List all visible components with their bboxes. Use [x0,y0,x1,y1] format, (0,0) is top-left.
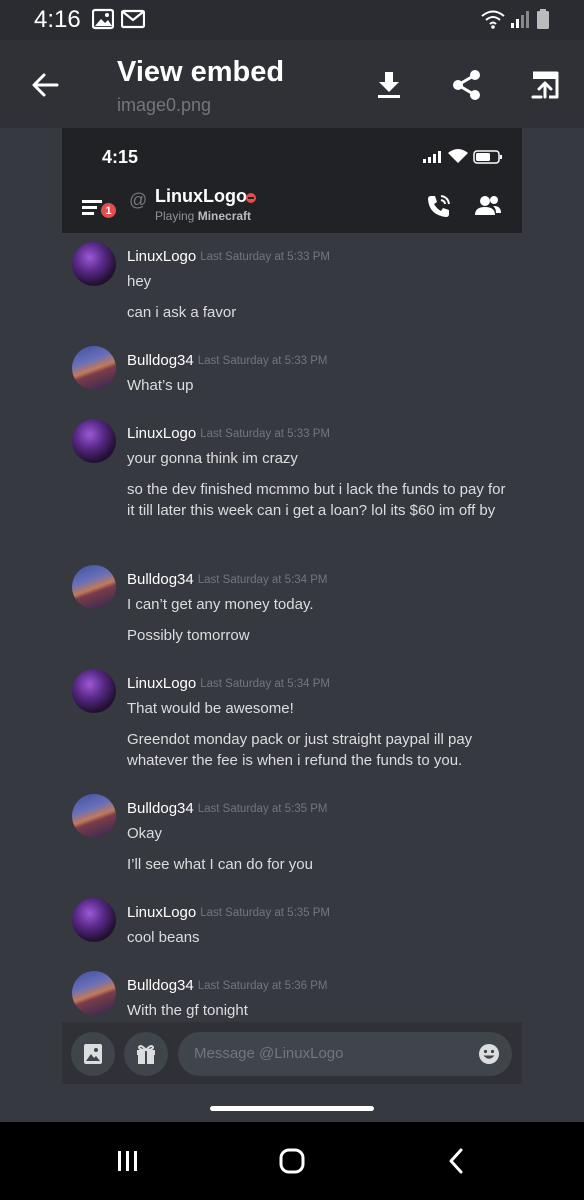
message-text: I can’t get any money today. [127,596,314,613]
gift-button[interactable] [124,1032,168,1076]
embed-image[interactable]: 4:15 1 @ LinuxLogo Playing Minecraft Lin… [62,128,522,1122]
message-author[interactable]: Bulldog34 [127,571,194,588]
message-timestamp: Last Saturday at 5:36 PM [197,980,328,992]
notification-badge: 1 [99,201,118,220]
at-symbol: @ [129,190,148,210]
message-input[interactable]: Message @LinuxLogo [178,1032,512,1076]
avatar[interactable] [72,565,116,609]
open-external-icon [531,71,559,99]
message-text: With the gf tonight [127,1002,248,1019]
navigation-bar [0,1122,584,1200]
embed-battery-icon [473,150,502,164]
back-nav-button[interactable] [436,1146,476,1176]
avatar[interactable] [72,669,116,713]
attach-image-button[interactable] [71,1032,115,1076]
home-button[interactable] [272,1146,312,1176]
status-bar: 4:16 [0,0,584,40]
message-text: Okay [127,825,163,842]
message-text: cool beans [127,929,200,946]
recent-apps-button[interactable] [108,1146,148,1176]
embed-channel-header: 1 @ LinuxLogo Playing Minecraft [62,184,522,232]
embed-status-bar: 4:15 [62,128,522,184]
message-timestamp: Last Saturday at 5:34 PM [200,678,331,690]
message-text: hey [127,273,152,290]
dnd-status-icon [246,193,256,203]
gift-icon [137,1045,155,1064]
gmail-icon [121,9,145,29]
image-icon [92,8,114,30]
message-author[interactable]: Bulldog34 [127,977,194,994]
back-button[interactable] [25,65,65,105]
message-author[interactable]: LinuxLogo [127,425,196,442]
message-text: I’ll see what I can do for you [127,856,313,873]
page-title: View embed [117,56,285,88]
open-external-button[interactable] [525,65,565,105]
message-timestamp: Last Saturday at 5:35 PM [197,803,328,815]
message-text: can i ask a favor [127,304,237,321]
wifi-icon [481,10,505,29]
message-author[interactable]: LinuxLogo [127,248,196,265]
share-icon [453,70,480,100]
image-icon [84,1044,102,1064]
message-text: your gonna think im crazy [127,450,298,467]
message-text: What’s up [127,377,194,394]
activity-status: Playing Minecraft [155,209,251,223]
status-time: 4:16 [34,6,81,33]
signal-icon [511,11,529,28]
home-indicator [210,1106,374,1111]
avatar[interactable] [72,242,116,286]
activity-game: Minecraft [197,209,252,223]
avatar[interactable] [72,346,116,390]
download-button[interactable] [369,65,409,105]
message-author[interactable]: Bulldog34 [127,800,194,817]
avatar[interactable] [72,971,116,1015]
battery-icon [537,9,549,29]
channel-username: LinuxLogo [155,186,247,206]
embed-wifi-icon [448,149,468,163]
recent-apps-icon [118,1151,137,1171]
message-author[interactable]: Bulldog34 [127,352,194,369]
home-icon [279,1148,305,1174]
share-button[interactable] [447,65,487,105]
phone-call-icon[interactable] [426,193,452,219]
download-icon [378,72,400,98]
message-text: Possibly tomorrow [127,627,250,644]
message-timestamp: Last Saturday at 5:33 PM [197,355,328,367]
back-arrow-icon [32,73,59,97]
message-timestamp: Last Saturday at 5:33 PM [200,251,331,263]
message-input-placeholder: Message @LinuxLogo [194,1045,344,1062]
embed-status-time: 4:15 [102,147,139,167]
message-timestamp: Last Saturday at 5:33 PM [200,428,331,440]
message-timestamp: Last Saturday at 5:34 PM [197,574,328,586]
message-text: so the dev finished mcmmo but i lack the… [127,481,506,519]
app-header: View embed image0.png [0,40,584,128]
emoji-icon[interactable] [478,1043,500,1065]
avatar[interactable] [72,898,116,942]
avatar[interactable] [72,419,116,463]
embed-signal-icon [423,151,441,163]
message-author[interactable]: LinuxLogo [127,904,196,921]
message-text: That would be awesome! [127,700,294,717]
message-timestamp: Last Saturday at 5:35 PM [200,907,331,919]
activity-prefix: Playing [155,209,195,223]
message-author[interactable]: LinuxLogo [127,675,196,692]
message-text: Greendot monday pack or just straight pa… [127,731,473,769]
file-name: image0.png [117,95,212,115]
members-icon[interactable] [474,193,502,219]
message-input-bar: Message @LinuxLogo [62,1022,522,1084]
avatar[interactable] [72,794,116,838]
chevron-left-icon [449,1148,463,1174]
